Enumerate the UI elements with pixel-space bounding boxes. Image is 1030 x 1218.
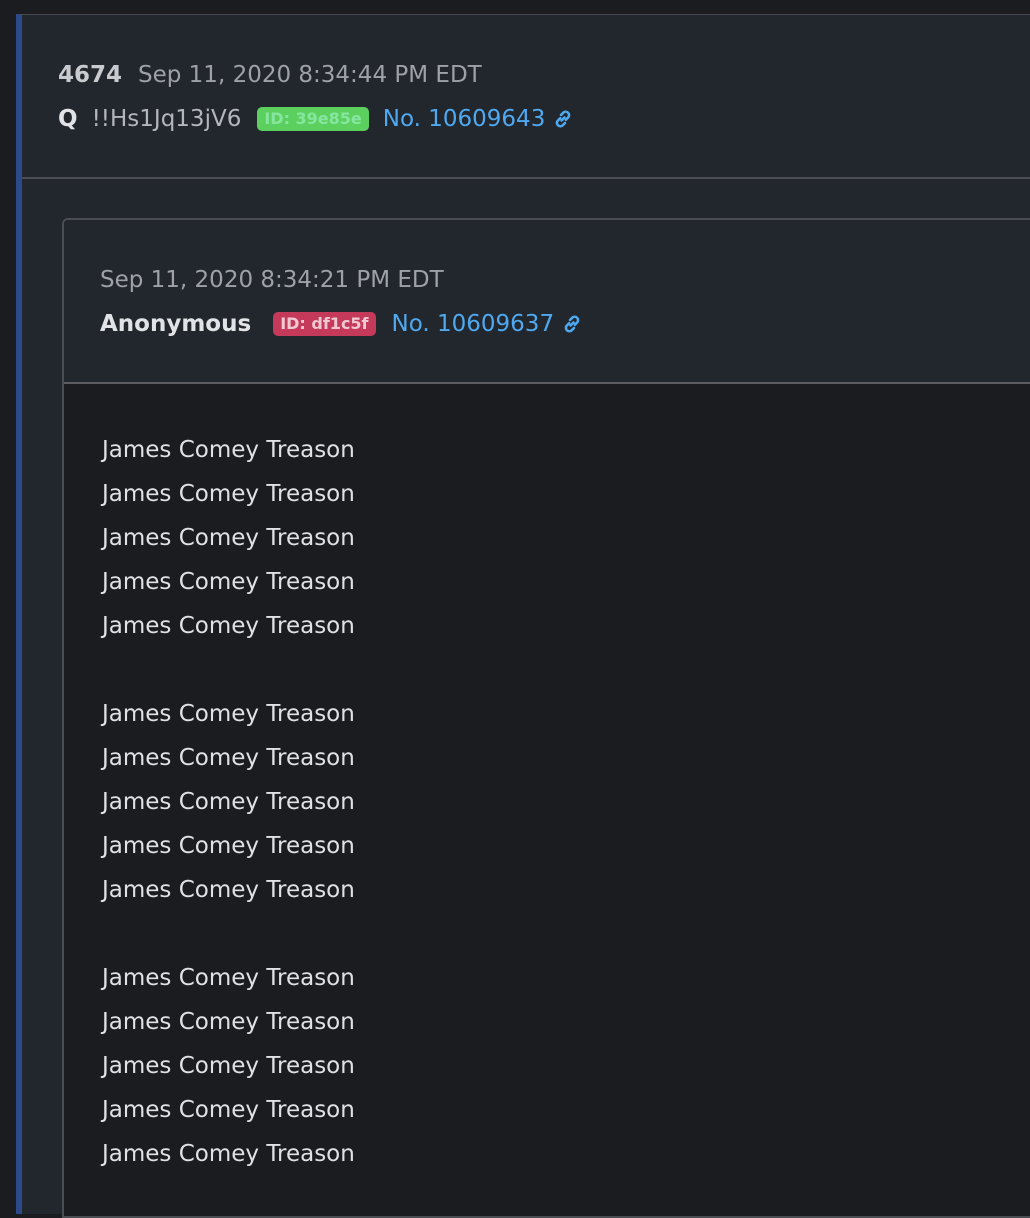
body-line: James Comey Treason bbox=[102, 789, 355, 815]
body-line: James Comey Treason bbox=[102, 481, 355, 507]
quoted-author-row: Anonymous ID: df1c5f No. 10609637 bbox=[100, 308, 584, 340]
quoted-meta-row: Sep 11, 2020 8:34:21 PM EDT bbox=[100, 264, 444, 296]
post-card: 4674 Sep 11, 2020 8:34:44 PM EDT Q !!Hs1… bbox=[16, 14, 1030, 1218]
post-date: Sep 11, 2020 8:34:44 PM EDT bbox=[138, 62, 482, 88]
body-line: James Comey Treason bbox=[102, 965, 355, 991]
post-number: 4674 bbox=[58, 62, 123, 88]
body-line: James Comey Treason bbox=[102, 1009, 355, 1035]
post-author: Q bbox=[58, 106, 78, 132]
body-line-blank bbox=[102, 912, 355, 956]
body-line: James Comey Treason bbox=[102, 701, 355, 727]
body-line: James Comey Treason bbox=[102, 437, 355, 463]
quoted-post-author: Anonymous bbox=[100, 311, 252, 337]
body-line: James Comey Treason bbox=[102, 745, 355, 771]
quoted-post-body: James Comey Treason James Comey Treason … bbox=[102, 428, 355, 1176]
quoted-post-header: Sep 11, 2020 8:34:21 PM EDT Anonymous ID… bbox=[64, 220, 1030, 384]
body-line: James Comey Treason bbox=[102, 525, 355, 551]
body-line: James Comey Treason bbox=[102, 1053, 355, 1079]
body-line: James Comey Treason bbox=[102, 613, 355, 639]
link-icon bbox=[556, 110, 571, 128]
post-id-badge[interactable]: ID: 39e85e bbox=[257, 107, 369, 131]
quoted-post-date: Sep 11, 2020 8:34:21 PM EDT bbox=[100, 267, 444, 293]
quoted-post: Sep 11, 2020 8:34:21 PM EDT Anonymous ID… bbox=[62, 218, 1030, 1218]
quoted-post-number-link[interactable]: No. 10609637 bbox=[392, 311, 585, 337]
body-line: James Comey Treason bbox=[102, 1097, 355, 1123]
quoted-id-badge[interactable]: ID: df1c5f bbox=[273, 312, 376, 336]
body-line: James Comey Treason bbox=[102, 833, 355, 859]
post-tripcode: !!Hs1Jq13jV6 bbox=[91, 106, 242, 132]
body-line: James Comey Treason bbox=[102, 569, 355, 595]
body-line: James Comey Treason bbox=[102, 1141, 355, 1167]
body-line: James Comey Treason bbox=[102, 877, 355, 903]
post-author-row: Q !!Hs1Jq13jV6 ID: 39e85e No. 10609643 bbox=[58, 103, 575, 135]
quoted-post-number-link-label: No. 10609637 bbox=[391, 311, 555, 337]
post-header: 4674 Sep 11, 2020 8:34:44 PM EDT Q !!Hs1… bbox=[22, 15, 1030, 179]
post-meta-row: 4674 Sep 11, 2020 8:34:44 PM EDT bbox=[58, 59, 482, 91]
post-number-link[interactable]: No. 10609643 bbox=[383, 106, 576, 132]
post-number-link-label: No. 10609643 bbox=[382, 106, 546, 132]
link-icon bbox=[564, 315, 580, 333]
body-line-blank bbox=[102, 648, 355, 692]
